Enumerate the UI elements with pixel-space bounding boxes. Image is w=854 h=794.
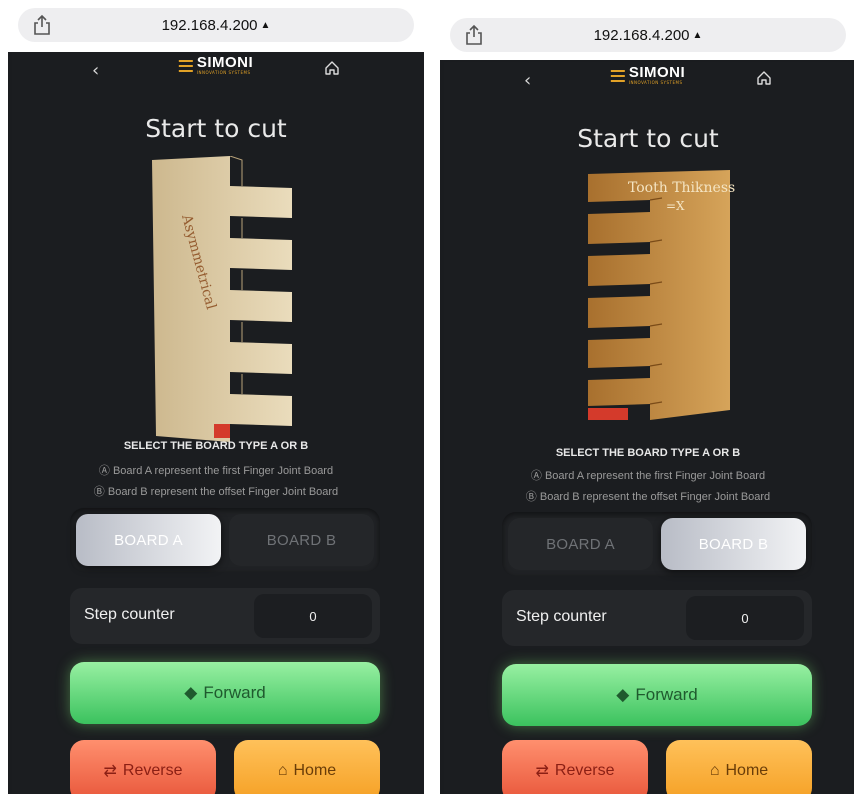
reverse-label: Reverse (554, 762, 615, 779)
reverse-icon: ⇄ (103, 763, 117, 780)
forward-label: Forward (635, 685, 698, 704)
board-a-label: BOARD A (114, 531, 183, 549)
home-button[interactable]: ⌂ Home (234, 740, 380, 794)
reverse-label: Reverse (122, 762, 183, 779)
note-board-b-text: Board B represent the offset Finger Join… (539, 491, 771, 503)
logo-mark-icon (610, 69, 625, 82)
note-board-a-text: Board A represent the first Finger Joint… (112, 465, 334, 477)
board-type-toggle: BOARD A BOARD B (502, 512, 812, 576)
url-text: 192.168.4.200 (593, 26, 690, 44)
step-counter-field[interactable]: 0 (254, 594, 372, 638)
home-button[interactable]: ⌂ Home (666, 740, 812, 794)
note-board-b-text: Board B represent the offset Finger Join… (107, 486, 339, 498)
note-board-b: Ⓑ Board B represent the offset Finger Jo… (525, 491, 771, 503)
app-navbar: ‹ SIMONI INNOVATION SYSTEMS (12, 52, 420, 92)
tooth-thickness-label: Tooth Thikness (628, 180, 735, 196)
forward-label: Forward (203, 683, 266, 702)
finger-joint-board-b-image: Tooth Thikness =X (588, 170, 735, 420)
home-nav-icon[interactable] (324, 60, 340, 76)
step-counter-field[interactable]: 0 (686, 596, 804, 640)
reverse-button[interactable]: ⇄ Reverse (70, 740, 216, 794)
select-board-heading: SELECT THE BOARD TYPE A OR B (123, 440, 309, 452)
note-board-a-text: Board A represent the first Finger Joint… (544, 470, 766, 482)
phone-screen-right: 192.168.4.200 ▲ ‹ SIMONI INNOVATION SYSTE… (440, 0, 854, 794)
address-bar[interactable]: 192.168.4.200 ▲ (18, 8, 414, 42)
step-counter-label: Step counter (516, 608, 607, 625)
board-a-label: BOARD A (546, 535, 615, 553)
page-title: Start to cut (577, 124, 719, 153)
board-b-button[interactable]: BOARD B (661, 518, 806, 570)
warning-icon: ▲ (260, 19, 271, 31)
note-board-a: Ⓐ Board A represent the first Finger Joi… (530, 470, 766, 482)
share-icon[interactable] (464, 24, 484, 46)
back-icon[interactable]: ‹ (524, 70, 531, 91)
share-icon[interactable] (32, 14, 52, 36)
step-counter-label: Step counter (84, 606, 175, 623)
reverse-button[interactable]: ⇄ Reverse (502, 740, 648, 794)
back-icon[interactable]: ‹ (92, 60, 99, 81)
board-type-toggle: BOARD A BOARD B (70, 508, 380, 572)
note-board-a: Ⓐ Board A represent the first Finger Joi… (98, 465, 334, 477)
page-title: Start to cut (145, 114, 287, 143)
brand-name: SIMONI (196, 54, 254, 71)
brand-logo: SIMONI INNOVATION SYSTEMS (178, 54, 254, 75)
app-view: ‹ SIMONI INNOVATION SYSTEMS Start to cut… (12, 52, 420, 794)
home-icon: ⌂ (277, 762, 288, 779)
home-nav-icon[interactable] (756, 70, 772, 86)
brand-name: SIMONI (628, 64, 686, 81)
warning-icon: ▲ (692, 29, 703, 41)
forward-button[interactable]: ◆ Forward (502, 664, 812, 726)
select-board-heading: SELECT THE BOARD TYPE A OR B (555, 447, 741, 459)
reverse-icon: ⇄ (535, 763, 549, 780)
forward-icon: ◆ (184, 683, 198, 702)
board-a-button[interactable]: BOARD A (508, 518, 653, 570)
address-bar[interactable]: 192.168.4.200 ▲ (450, 18, 846, 52)
forward-icon: ◆ (616, 685, 630, 704)
home-icon: ⌂ (709, 762, 720, 779)
note-board-b: Ⓑ Board B represent the offset Finger Jo… (93, 486, 339, 498)
url-text: 192.168.4.200 (161, 16, 258, 34)
board-b-label: BOARD B (266, 531, 337, 549)
tooth-thickness-formula: =X (666, 199, 685, 213)
forward-button[interactable]: ◆ Forward (70, 662, 380, 724)
brand-tagline: INNOVATION SYSTEMS (196, 70, 251, 75)
home-label: Home (725, 762, 769, 779)
board-a-button[interactable]: BOARD A (76, 514, 221, 566)
brand-tagline: INNOVATION SYSTEMS (628, 80, 683, 85)
brand-logo: SIMONI INNOVATION SYSTEMS (610, 64, 686, 85)
home-label: Home (293, 762, 337, 779)
step-counter-row: Step counter 0 (502, 590, 812, 646)
logo-mark-icon (178, 59, 193, 72)
finger-joint-board-a-image: Asymmetrical (152, 156, 292, 442)
app-navbar: ‹ SIMONI INNOVATION SYSTEMS (444, 62, 852, 102)
app-view: ‹ SIMONI INNOVATION SYSTEMS Start to cut… (444, 62, 852, 794)
phone-screen-left: 192.168.4.200 ▲ ‹ SIMONI INNOVATION SYSTE… (8, 0, 424, 794)
step-counter-row: Step counter 0 (70, 588, 380, 644)
board-b-button[interactable]: BOARD B (229, 514, 374, 566)
board-b-label: BOARD B (698, 535, 769, 553)
